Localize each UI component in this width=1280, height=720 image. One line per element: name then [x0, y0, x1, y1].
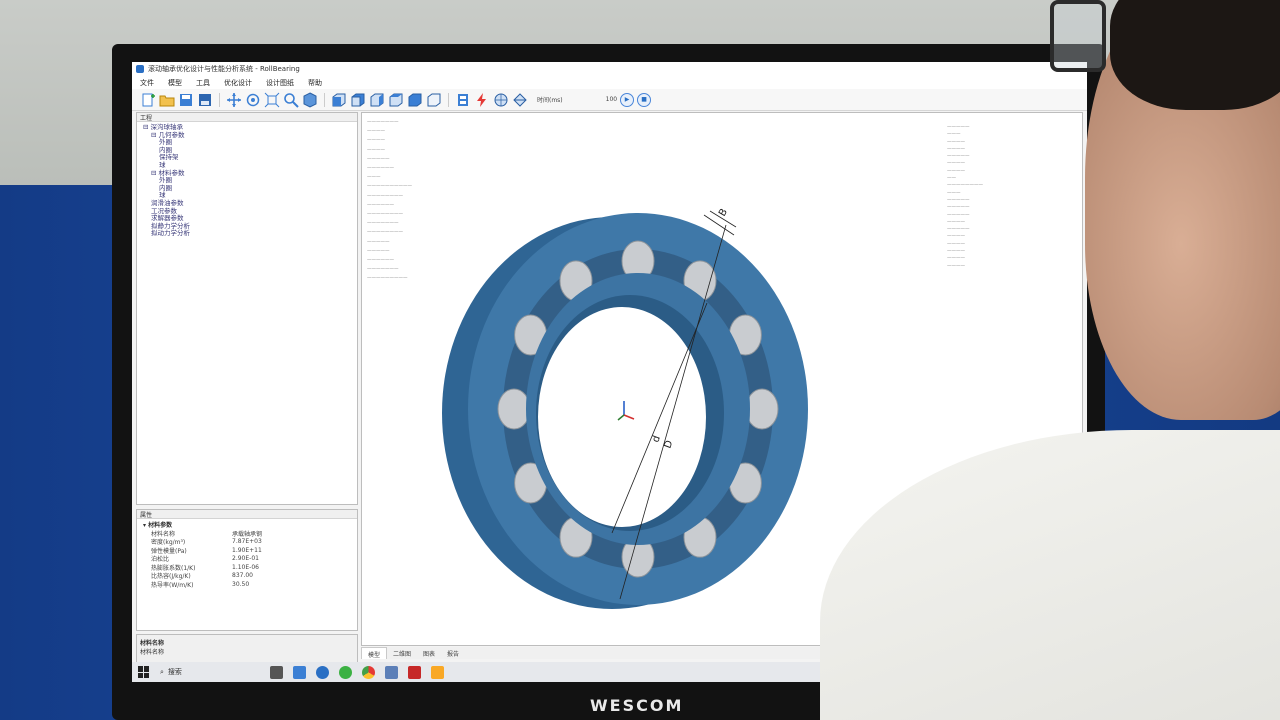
toolbar: 时间(ms) 100 ▶ ■ [132, 89, 1087, 111]
property-row[interactable]: 弹性模量(Pa) 1.90E+11 [137, 546, 357, 555]
new-icon[interactable] [140, 92, 156, 108]
property-value[interactable]: 1.10E-06 [232, 564, 259, 571]
zoom-icon[interactable] [283, 92, 299, 108]
property-value[interactable]: 7.87E+03 [232, 538, 262, 545]
app-red-icon[interactable] [408, 665, 421, 679]
property-row[interactable]: 比热容(J/kg/K) 837.00 [137, 572, 357, 580]
search-icon: ⌕ [160, 667, 164, 676]
properties-panel: 属性 ▾ 材料参数 材料名称 承载轴承钢 密度(kg/m³) 7.87E+03 弹性模量… [136, 509, 358, 631]
tab-model[interactable]: 模型 [361, 647, 388, 659]
time-value[interactable]: 100 [606, 96, 617, 103]
tree-item[interactable]: ⊟ 几何参数 [143, 131, 357, 140]
taskbar-search[interactable]: ⌕ 搜索 [160, 667, 260, 677]
menu-drawings[interactable]: 设计图纸 [266, 78, 294, 88]
tree-item[interactable]: 外圈 [143, 177, 357, 185]
properties-rows: 材料名称 承载轴承钢 密度(kg/m³) 7.87E+03 弹性模量(Pa) 1.90E+… [137, 529, 357, 589]
ball [497, 388, 531, 430]
view-iso-icon[interactable] [426, 92, 442, 108]
mesh-icon[interactable] [493, 92, 509, 108]
project-tree-panel: 工程 ⊟ 深沟球轴承 ⊟ 几何参数 外圈 内圈 保持架球 ⊟ 材料参数 外圈 内圈球润滑油参数… [136, 112, 358, 505]
project-tree: ⊟ 深沟球轴承 ⊟ 几何参数 外圈 内圈 保持架球 ⊟ 材料参数 外圈 内圈球润滑油参数 工况参… [137, 122, 357, 238]
open-icon[interactable] [159, 92, 175, 108]
property-row[interactable]: 材料名称 承载轴承钢 [137, 529, 357, 538]
property-row[interactable]: 热膨胀系数(1/K) 1.10E-06 [137, 563, 357, 572]
time-label: 时间(ms) [537, 97, 563, 104]
search-label: 搜索 [167, 668, 182, 676]
app-yellow-icon[interactable] [431, 665, 444, 679]
tree-item[interactable]: 内圈 [143, 184, 357, 193]
file-explorer-icon[interactable] [293, 665, 306, 679]
property-value[interactable]: 837.00 [232, 572, 253, 579]
description-text: 材料名称 [140, 649, 165, 656]
windows-start-icon[interactable] [138, 666, 150, 678]
export-icon[interactable] [455, 92, 471, 108]
chrome-icon[interactable] [362, 665, 375, 679]
cube-icon[interactable] [302, 91, 318, 108]
wechat-icon[interactable] [339, 665, 352, 679]
app-browser-icon[interactable] [316, 665, 329, 679]
tree-item[interactable]: ⊟ 材料参数 [143, 169, 357, 178]
menu-help[interactable]: 帮助 [308, 78, 322, 88]
property-value[interactable]: 30.50 [232, 581, 249, 588]
tree-item[interactable]: 保持架 [143, 154, 357, 162]
move-icon[interactable] [226, 92, 242, 108]
view-top-icon[interactable] [407, 92, 423, 108]
property-value[interactable]: 2.90E-01 [232, 555, 259, 562]
stop-icon[interactable]: ■ [637, 92, 652, 107]
view-front-icon[interactable] [331, 92, 347, 108]
property-key: 热导率(W/m/K) [151, 581, 194, 589]
app-icon [136, 65, 144, 73]
glasses [1050, 0, 1106, 72]
property-value[interactable]: 1.90E+11 [232, 547, 262, 554]
project-tree-header: 工程 [137, 113, 357, 122]
rotate-icon[interactable] [245, 92, 261, 108]
save-icon[interactable] [178, 92, 194, 108]
tree-item[interactable]: 外圈 [143, 139, 357, 147]
menu-tools[interactable]: 工具 [196, 78, 210, 88]
view-left-icon[interactable] [369, 92, 385, 108]
ball [745, 388, 779, 430]
tab-report[interactable]: 报告 [441, 647, 465, 659]
menubar: 文件 模型 工具 优化设计 设计图纸 帮助 [132, 76, 1087, 89]
tree-item[interactable]: 拟动力学分析 [143, 230, 357, 238]
view-right-icon[interactable] [388, 92, 404, 108]
toolbar-separator [448, 92, 449, 107]
description-title: 材料名称 [140, 640, 165, 647]
menu-model[interactable]: 模型 [168, 78, 182, 88]
task-view-icon[interactable] [270, 665, 283, 679]
view-back-icon[interactable] [350, 92, 366, 108]
properties-group[interactable]: ▾ 材料参数 [137, 519, 357, 529]
property-row[interactable]: 泊松比 2.90E-01 [137, 555, 357, 563]
menu-file[interactable]: 文件 [140, 78, 154, 88]
property-value[interactable]: 承载轴承钢 [232, 529, 262, 538]
menu-optimize[interactable]: 优化设计 [224, 78, 252, 88]
monitor-brand: WESCOM [590, 696, 684, 715]
person-hair [1110, 0, 1280, 110]
fit-icon[interactable] [264, 92, 280, 108]
tab-charts[interactable]: 图表 [417, 647, 441, 659]
property-row[interactable]: 密度(kg/m³) 7.87E+03 [137, 538, 357, 546]
rollbearing-taskbar-icon[interactable] [385, 665, 398, 679]
toolbar-separator [324, 92, 325, 107]
render-icon[interactable] [512, 92, 528, 108]
properties-header: 属性 [137, 510, 357, 519]
toolbar-separator [219, 92, 220, 107]
lightning-icon[interactable] [474, 92, 490, 108]
property-row[interactable]: 热导率(W/m/K) 30.50 [137, 580, 357, 589]
tab-2d-drawing[interactable]: 二维图 [387, 647, 417, 659]
window-title: 滚动轴承优化设计与性能分析系统 - RollBearing [148, 65, 300, 73]
window-titlebar: 滚动轴承优化设计与性能分析系统 - RollBearing [132, 62, 1087, 76]
save-as-icon[interactable] [197, 92, 213, 108]
play-icon[interactable]: ▶ [620, 92, 635, 107]
